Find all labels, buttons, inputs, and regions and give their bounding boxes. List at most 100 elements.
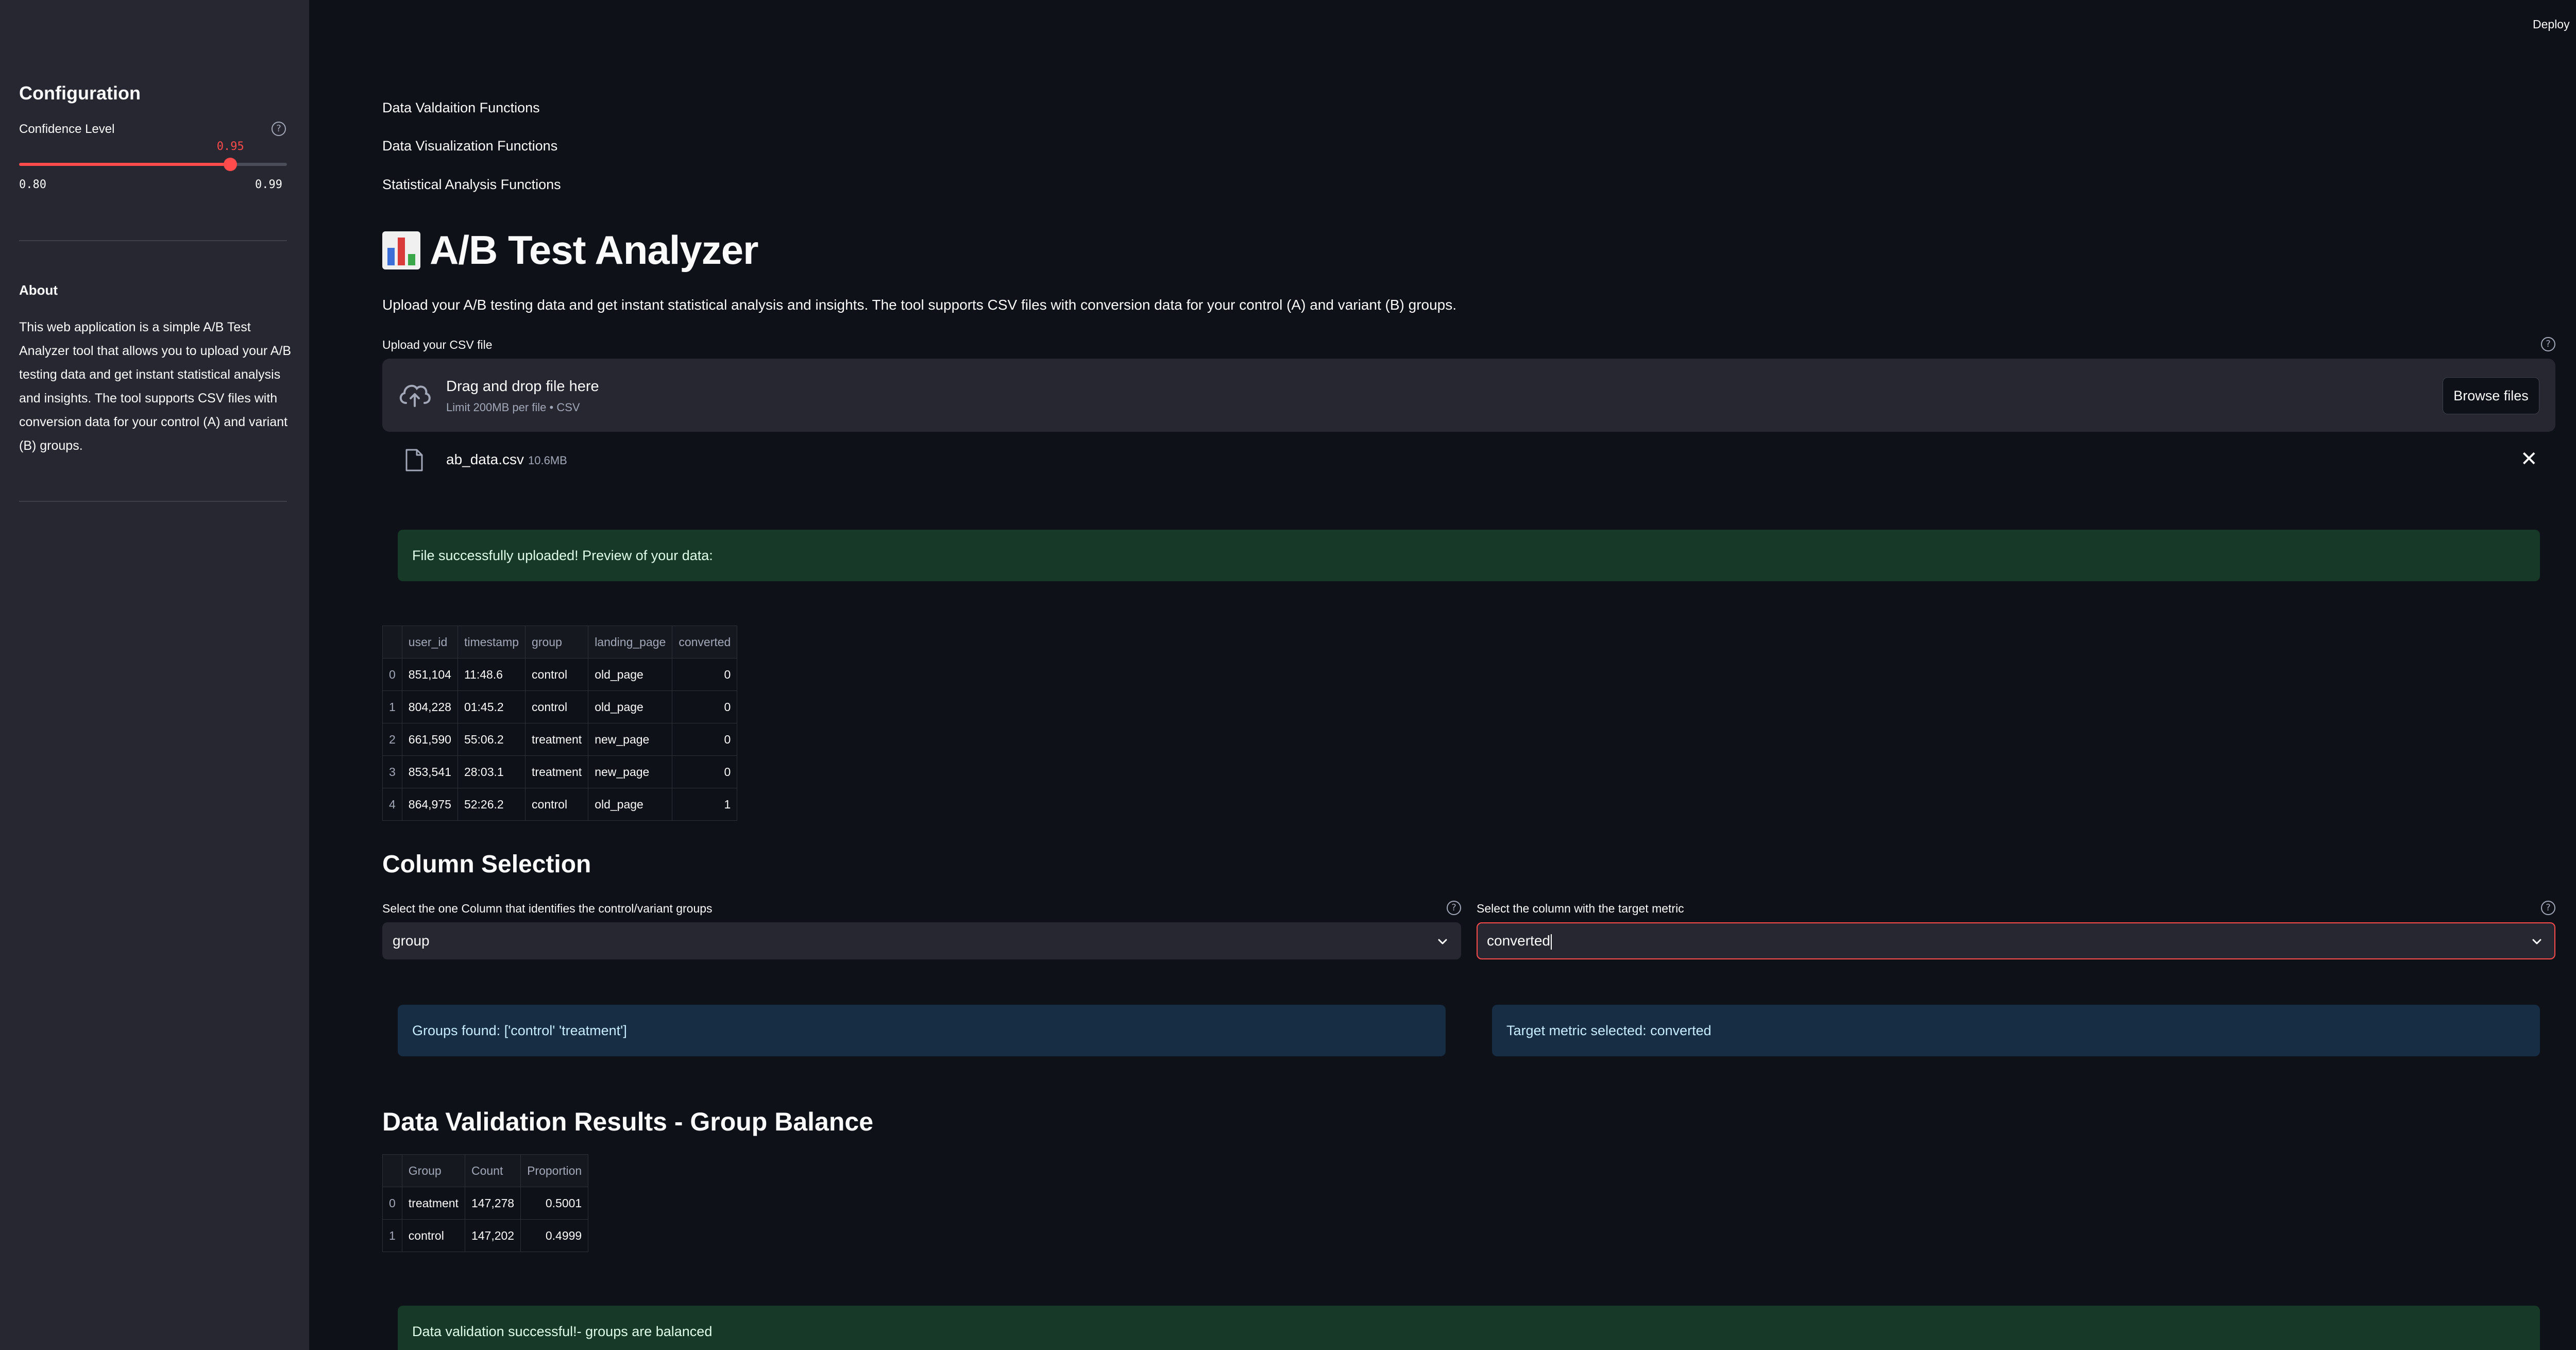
table-cell: 1 bbox=[672, 788, 738, 821]
table-cell: control bbox=[401, 1219, 465, 1252]
validation-heading: Data Validation Results - Group Balance bbox=[382, 1107, 874, 1136]
table-cell: 851,104 bbox=[401, 658, 458, 691]
table-cell: 864,975 bbox=[401, 788, 458, 821]
table-row[interactable]: 2 661,590 55:06.2 treatment new_page 0 bbox=[382, 723, 738, 756]
row-index: 3 bbox=[382, 755, 402, 788]
nav-link-statistics[interactable]: Statistical Analysis Functions bbox=[382, 177, 561, 193]
help-icon[interactable]: ? bbox=[1447, 901, 1461, 915]
row-index: 4 bbox=[382, 788, 402, 821]
validation-table[interactable]: Group Count Proportion 0 treatment 147,278 0.… bbox=[382, 1154, 589, 1252]
column-selection-heading: Column Selection bbox=[382, 851, 591, 878]
groups-found-alert: Groups found: ['control' 'treatment'] bbox=[398, 1005, 1446, 1056]
groups-found-text: Groups found: ['control' 'treatment'] bbox=[412, 1022, 627, 1038]
page-title-text: A/B Test Analyzer bbox=[430, 227, 759, 273]
slider-min-label: 0.80 bbox=[19, 178, 46, 191]
table-cell: treatment bbox=[525, 723, 589, 756]
column-header[interactable]: timestamp bbox=[457, 626, 526, 659]
group-select[interactable]: group bbox=[382, 922, 1461, 959]
table-cell: 0 bbox=[672, 658, 738, 691]
column-header[interactable]: Proportion bbox=[520, 1154, 589, 1187]
confidence-slider[interactable]: 0.95 bbox=[19, 140, 287, 171]
group-select-label: Select the one Column that identifies th… bbox=[382, 902, 713, 915]
divider bbox=[19, 501, 287, 502]
table-cell: 804,228 bbox=[401, 690, 458, 723]
column-header[interactable]: user_id bbox=[401, 626, 458, 659]
sidebar-title: Configuration bbox=[19, 82, 141, 104]
uploaded-file: ab_data.csv 10.6MB ✕ bbox=[382, 444, 2555, 476]
about-heading: About bbox=[19, 282, 58, 298]
cloud-upload-icon bbox=[399, 384, 431, 407]
table-row[interactable]: 1 control 147,202 0.4999 bbox=[382, 1219, 589, 1252]
metric-selected-text: Target metric selected: converted bbox=[1506, 1022, 1711, 1038]
table-cell: new_page bbox=[588, 755, 673, 788]
table-cell: control bbox=[525, 788, 589, 821]
table-cell: 28:03.1 bbox=[457, 755, 526, 788]
table-row[interactable]: 0 851,104 11:48.6 control old_page 0 bbox=[382, 658, 738, 691]
nav-link-validation[interactable]: Data Valdaition Functions bbox=[382, 100, 540, 116]
table-row[interactable]: 1 804,228 01:45.2 control old_page 0 bbox=[382, 690, 738, 723]
slider-value: 0.95 bbox=[216, 140, 244, 153]
metric-select-label: Select the column with the target metric bbox=[1477, 902, 1684, 915]
column-header[interactable]: group bbox=[525, 626, 589, 659]
close-icon[interactable]: ✕ bbox=[2520, 447, 2538, 471]
table-cell: 0 bbox=[672, 690, 738, 723]
table-header-row: Group Count Proportion bbox=[382, 1154, 589, 1187]
help-icon[interactable]: ? bbox=[2541, 901, 2555, 915]
table-cell: 147,278 bbox=[464, 1187, 521, 1220]
table-cell: 661,590 bbox=[401, 723, 458, 756]
slider-max-label: 0.99 bbox=[255, 178, 282, 191]
browse-files-button[interactable]: Browse files bbox=[2443, 377, 2539, 414]
file-dropzone[interactable]: Drag and drop file here Limit 200MB per … bbox=[382, 359, 2555, 432]
help-icon[interactable]: ? bbox=[2541, 337, 2555, 351]
about-text: This web application is a simple A/B Tes… bbox=[19, 320, 292, 453]
table-row[interactable]: 0 treatment 147,278 0.5001 bbox=[382, 1187, 589, 1220]
metric-selected-alert: Target metric selected: converted bbox=[1492, 1005, 2540, 1056]
table-cell: treatment bbox=[401, 1187, 465, 1220]
chevron-down-icon bbox=[1438, 939, 1447, 944]
column-header[interactable] bbox=[382, 626, 402, 659]
table-cell: 147,202 bbox=[464, 1219, 521, 1252]
row-index: 1 bbox=[382, 1219, 402, 1252]
column-header[interactable]: converted bbox=[672, 626, 738, 659]
table-cell: old_page bbox=[588, 658, 673, 691]
column-header[interactable]: Count bbox=[464, 1154, 521, 1187]
table-cell: new_page bbox=[588, 723, 673, 756]
row-index: 0 bbox=[382, 1187, 402, 1220]
validation-success-alert: Data validation successful!- groups are … bbox=[398, 1306, 2540, 1350]
file-name: ab_data.csv bbox=[446, 451, 524, 467]
table-cell: 52:26.2 bbox=[457, 788, 526, 821]
preview-table[interactable]: user_id timestamp group landing_page convert… bbox=[382, 626, 738, 821]
upload-success-text: File successfully uploaded! Preview of y… bbox=[412, 547, 713, 563]
chevron-down-icon bbox=[2532, 939, 2541, 944]
confidence-level-label: Confidence Level bbox=[19, 122, 115, 136]
slider-thumb[interactable] bbox=[224, 158, 238, 171]
row-index: 2 bbox=[382, 723, 402, 756]
table-cell: 0 bbox=[672, 755, 738, 788]
row-index: 0 bbox=[382, 658, 402, 691]
table-row[interactable]: 3 853,541 28:03.1 treatment new_page 0 bbox=[382, 755, 738, 788]
table-cell: control bbox=[525, 658, 589, 691]
column-header[interactable] bbox=[382, 1154, 402, 1187]
group-select-value: group bbox=[393, 933, 430, 949]
nav-link-visualization[interactable]: Data Visualization Functions bbox=[382, 138, 557, 154]
deploy-button[interactable]: Deploy bbox=[2533, 18, 2570, 31]
upload-success-alert: File successfully uploaded! Preview of y… bbox=[398, 530, 2540, 581]
help-icon[interactable]: ? bbox=[272, 122, 286, 136]
metric-select[interactable]: converted bbox=[1477, 922, 2555, 959]
table-cell: 01:45.2 bbox=[457, 690, 526, 723]
upload-label: Upload your CSV file bbox=[382, 338, 493, 351]
column-header[interactable]: landing_page bbox=[588, 626, 673, 659]
dropzone-title: Drag and drop file here bbox=[446, 378, 599, 395]
bar-chart-icon bbox=[382, 231, 420, 269]
divider bbox=[19, 240, 287, 241]
table-cell: 11:48.6 bbox=[457, 658, 526, 691]
row-index: 1 bbox=[382, 690, 402, 723]
column-header[interactable]: Group bbox=[401, 1154, 465, 1187]
table-cell: 55:06.2 bbox=[457, 723, 526, 756]
table-row[interactable]: 4 864,975 52:26.2 control old_page 1 bbox=[382, 788, 738, 821]
table-cell: old_page bbox=[588, 788, 673, 821]
sidebar: Configuration Confidence Level ? 0.95 0.… bbox=[0, 0, 309, 1350]
page-title: A/B Test Analyzer bbox=[382, 227, 759, 274]
file-icon bbox=[405, 449, 423, 471]
file-size: 10.6MB bbox=[528, 454, 567, 467]
